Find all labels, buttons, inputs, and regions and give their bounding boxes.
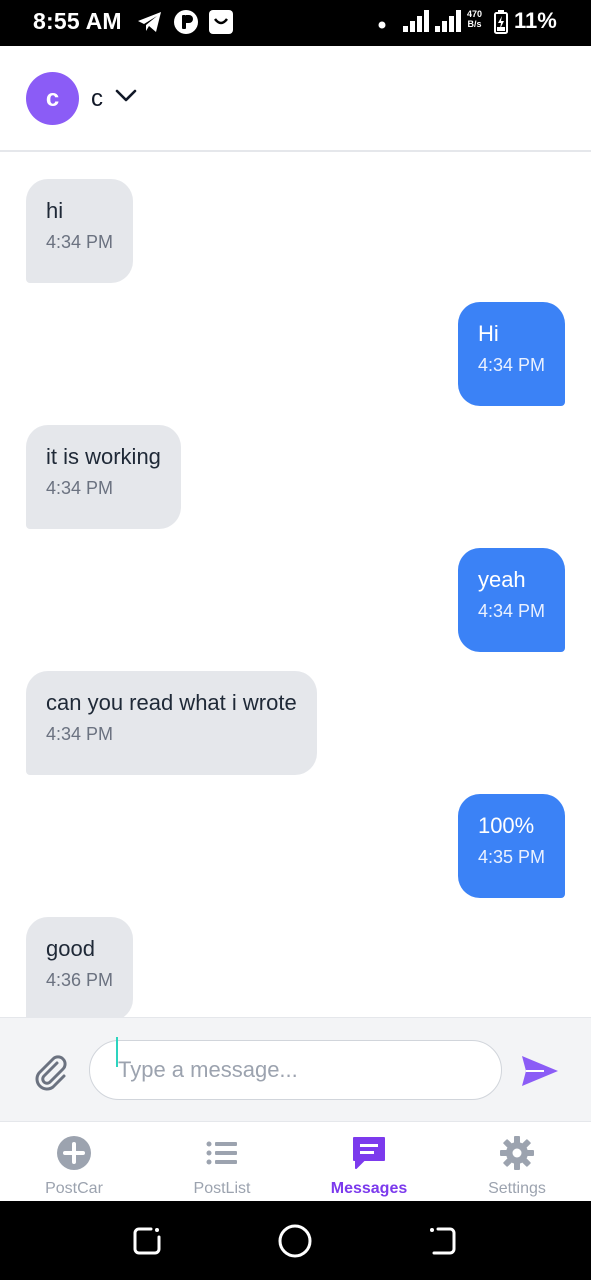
net-speed-value: 470 xyxy=(467,9,483,19)
nav-label: PostList xyxy=(193,1180,251,1197)
message-time: 4:36 PM xyxy=(46,970,114,990)
app-icon xyxy=(173,9,199,40)
bottom-nav: PostCar PostList Messages Settings xyxy=(0,1121,591,1201)
recent-apps-icon[interactable] xyxy=(129,1223,165,1259)
message-time: 4:34 PM xyxy=(477,355,545,375)
nav-label: Settings xyxy=(488,1180,546,1197)
gear-icon xyxy=(499,1135,535,1171)
telegram-icon xyxy=(136,9,164,40)
net-speed: 470 B/s xyxy=(467,9,482,29)
message-text: Hi xyxy=(477,321,499,346)
list-icon xyxy=(204,1135,240,1171)
message-text: yeah xyxy=(477,567,526,592)
message-bubble-outgoing: yeah 4:34 PM xyxy=(457,548,565,652)
battery-icon xyxy=(494,10,508,39)
message-time: 4:34 PM xyxy=(477,601,545,621)
home-icon[interactable] xyxy=(277,1223,313,1259)
battery-percent: 11% xyxy=(514,8,557,33)
paperclip-icon[interactable] xyxy=(30,1051,70,1091)
send-icon[interactable] xyxy=(520,1053,560,1089)
chevron-down-icon[interactable] xyxy=(114,88,138,109)
message-bubble-outgoing: 100% 4:35 PM xyxy=(457,794,565,898)
text-cursor xyxy=(116,1037,118,1067)
nav-item-messages[interactable]: Messages xyxy=(295,1122,443,1202)
message-time: 4:34 PM xyxy=(46,232,114,252)
back-icon[interactable] xyxy=(424,1223,460,1259)
message-composer xyxy=(0,1017,591,1121)
message-list[interactable]: hi 4:34 PM Hi 4:34 PM it is working 4:34… xyxy=(0,153,591,1017)
message-icon xyxy=(351,1135,387,1171)
message-bubble-incoming: good 4:36 PM xyxy=(26,917,134,1017)
status-time: 8:55 AM xyxy=(33,8,122,34)
message-time: 4:35 PM xyxy=(477,847,545,867)
message-time: 4:34 PM xyxy=(46,724,114,744)
system-nav-bar xyxy=(0,1201,591,1280)
status-bar: 8:55 AM 470 B/s 11% xyxy=(0,0,591,46)
chat-header: c c xyxy=(0,46,591,152)
dot-icon xyxy=(378,16,386,34)
message-text: 100% xyxy=(477,813,535,838)
nav-label: Messages xyxy=(330,1180,408,1197)
nav-item-postlist[interactable]: PostList xyxy=(148,1122,296,1202)
message-bubble-incoming: it is working 4:34 PM xyxy=(26,425,181,529)
shopping-bag-icon xyxy=(208,9,234,40)
nav-label: PostCar xyxy=(45,1180,103,1197)
message-text: can you read what i wrote xyxy=(46,690,297,715)
signal-icon xyxy=(403,10,433,37)
nav-item-postcar[interactable]: PostCar xyxy=(0,1122,148,1202)
net-speed-unit: B/s xyxy=(467,19,482,29)
message-input[interactable] xyxy=(89,1040,502,1100)
message-text: it is working xyxy=(46,444,161,469)
message-bubble-incoming: can you read what i wrote 4:34 PM xyxy=(26,671,317,775)
message-bubble-outgoing: Hi 4:34 PM xyxy=(457,302,565,406)
message-text: hi xyxy=(46,198,64,223)
plus-circle-icon xyxy=(56,1135,92,1171)
signal-icon xyxy=(435,10,465,37)
message-text: good xyxy=(46,936,95,961)
avatar[interactable]: c xyxy=(26,72,79,125)
contact-name[interactable]: c xyxy=(91,85,103,113)
message-bubble-incoming: hi 4:34 PM xyxy=(26,179,134,283)
nav-item-settings[interactable]: Settings xyxy=(443,1122,591,1202)
message-time: 4:34 PM xyxy=(46,478,114,498)
